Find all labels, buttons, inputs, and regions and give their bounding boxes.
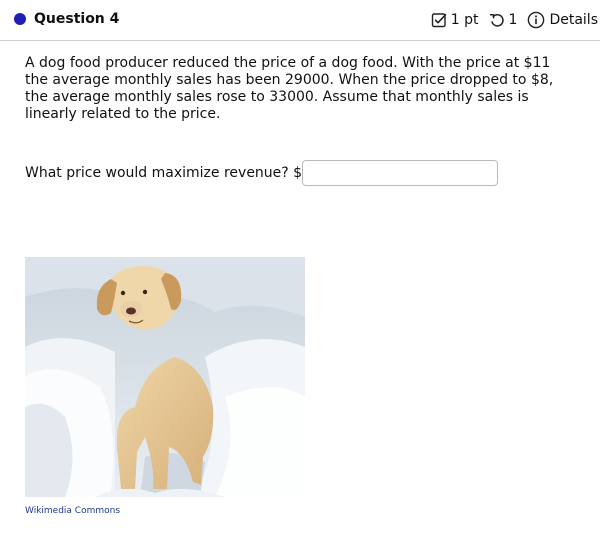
status-dot-icon (14, 13, 26, 25)
answer-prompt: What price would maximize revenue? $ (25, 165, 303, 181)
answer-row: What price would maximize revenue? $ (25, 158, 499, 188)
attempts-count: 1 (508, 12, 518, 28)
checkbox-icon (431, 12, 447, 28)
question-meta: 1 pt 1 Details (431, 9, 598, 31)
question-text: A dog food producer reduced the price of… (25, 55, 554, 122)
image-credit-link[interactable]: Wikimedia Commons (25, 506, 120, 516)
retry-icon (489, 12, 505, 28)
details-link[interactable]: Details (549, 12, 598, 28)
question-header: Question 4 1 pt 1 Details (0, 0, 600, 41)
points-label: 1 pt (450, 12, 479, 28)
question-title: Question 4 (34, 11, 120, 27)
answer-input[interactable] (302, 160, 499, 186)
dog-in-snow-image (25, 257, 305, 497)
info-icon[interactable] (527, 11, 545, 29)
